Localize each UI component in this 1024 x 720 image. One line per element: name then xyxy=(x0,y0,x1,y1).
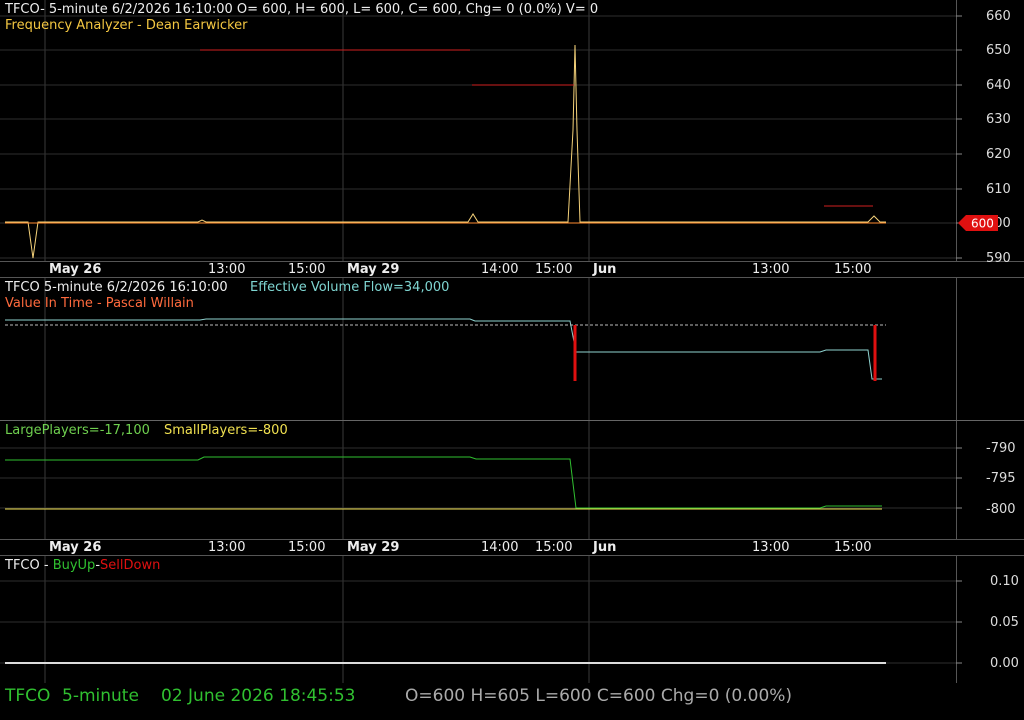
vit-flow-value: Effective Volume Flow=34,000 xyxy=(250,280,450,295)
date-label: 13:00 xyxy=(752,262,790,277)
players-tick: -800 xyxy=(986,502,1016,517)
buysell-tick: 0.05 xyxy=(990,615,1019,630)
status-ohlc: O=600 H=605 L=600 C=600 Chg=0 (0.00%) xyxy=(405,686,793,706)
buyup-label: BuyUp xyxy=(52,558,96,573)
price-tick: 660 xyxy=(986,9,1011,24)
price-indicator-label: Frequency Analyzer - Dean Earwicker xyxy=(5,18,248,33)
status-datetime: 02 June 2026 18:45:53 xyxy=(161,686,356,706)
small-players-label: SmallPlayers=-800 xyxy=(164,423,288,438)
date-label: May 26 xyxy=(49,540,102,555)
last-price-marker: 600 xyxy=(958,215,998,231)
date-label: 15:00 xyxy=(288,262,326,277)
date-label: 15:00 xyxy=(535,540,573,555)
price-tick: 650 xyxy=(986,43,1011,58)
vit-symbol: TFCO 5-minute 6/2/2026 16:10:00 xyxy=(5,280,228,295)
status-interval: 5-minute xyxy=(62,686,139,706)
price-line xyxy=(5,44,886,259)
selldown-label: SellDown xyxy=(100,558,161,573)
buysell-prefix: TFCO - xyxy=(5,558,53,573)
price-header: TFCO- 5-minute 6/2/2026 16:10:00 O= 600,… xyxy=(5,2,599,17)
date-label: 13:00 xyxy=(208,262,246,277)
players-tick: -795 xyxy=(986,471,1016,486)
date-label: 14:00 xyxy=(481,262,519,277)
players-tick: -790 xyxy=(986,441,1016,456)
date-label: 15:00 xyxy=(535,262,573,277)
price-tick: 640 xyxy=(986,78,1011,93)
buysell-label: TFCO - BuyUp-SellDown xyxy=(5,558,160,573)
date-label: May 29 xyxy=(347,262,400,277)
vit-indicator-label: Value In Time - Pascal Willain xyxy=(5,296,194,311)
date-label: 14:00 xyxy=(481,540,519,555)
last-price-text: 600 xyxy=(971,217,994,231)
buysell-tick: 0.10 xyxy=(990,574,1019,589)
large-players-label: LargePlayers=-17,100 xyxy=(5,423,150,438)
price-tick: 590 xyxy=(986,251,1011,266)
date-label: Jun xyxy=(593,540,617,555)
date-label: 13:00 xyxy=(208,540,246,555)
date-label: 15:00 xyxy=(834,540,872,555)
date-label: May 29 xyxy=(347,540,400,555)
date-label: May 26 xyxy=(49,262,102,277)
price-tick: 610 xyxy=(986,182,1011,197)
date-label: Jun xyxy=(593,262,617,277)
chart-canvas xyxy=(0,0,962,683)
value-in-time-line xyxy=(5,318,882,380)
price-tick: 630 xyxy=(986,112,1011,127)
buysell-tick: 0.00 xyxy=(990,656,1019,671)
date-label: 15:00 xyxy=(834,262,872,277)
grid-lines xyxy=(0,0,962,683)
date-label: 13:00 xyxy=(752,540,790,555)
large-players-line xyxy=(5,456,882,509)
date-label: 15:00 xyxy=(288,540,326,555)
price-tick: 620 xyxy=(986,147,1011,162)
status-symbol: TFCO xyxy=(5,686,51,706)
